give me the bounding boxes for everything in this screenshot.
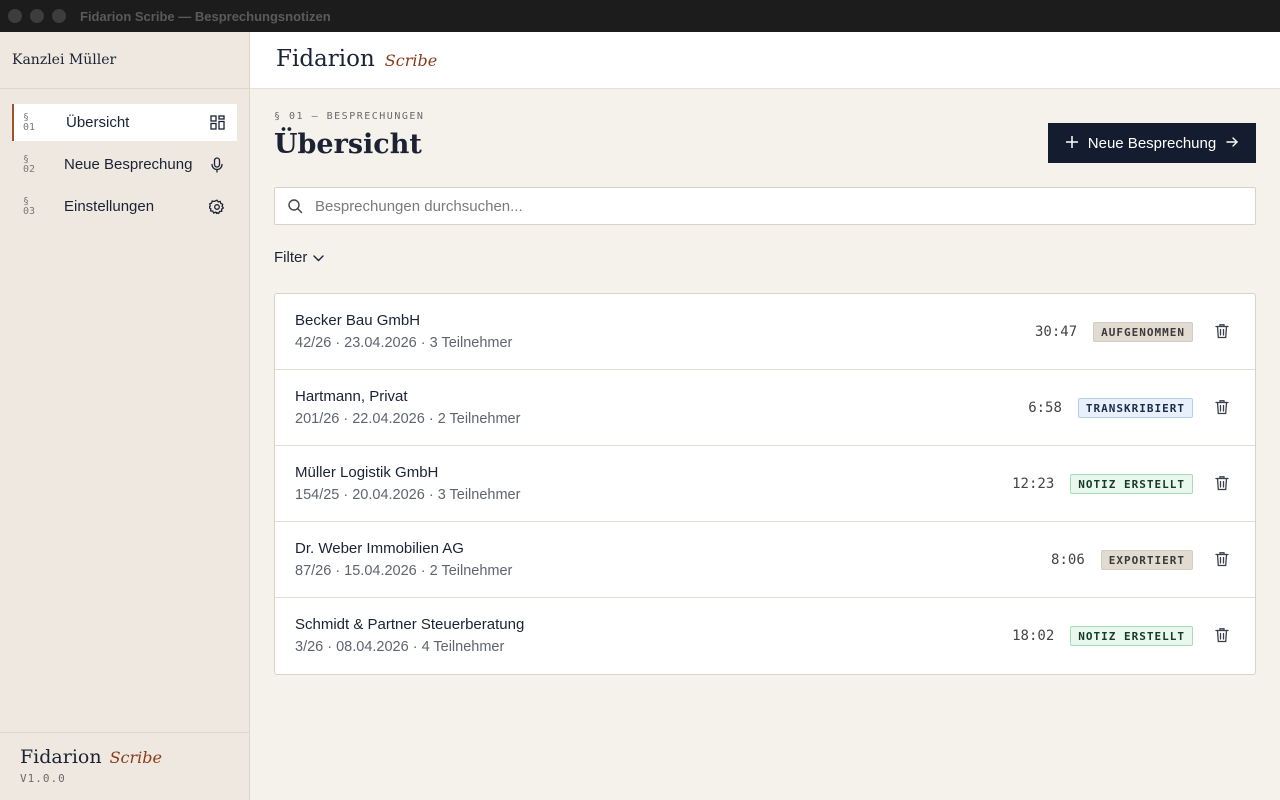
section-eyebrow: § 01 — BESPRECHUNGEN [274, 111, 425, 122]
meeting-meta: 154/25 · 20.04.2026 · 3 Teilnehmer [295, 487, 521, 503]
meeting-name: Dr. Weber Immobilien AG [295, 540, 464, 557]
meeting-row[interactable]: Schmidt & Partner Steuerberatung 3/26 · … [275, 598, 1255, 674]
status-badge: NOTIZ ERSTELLT [1070, 626, 1193, 646]
sidebar-item-label: Einstellungen [64, 198, 155, 215]
meeting-duration: 8:06 [1051, 552, 1085, 568]
sidebar-item-neue-besprechung[interactable]: § 02 Neue Besprechung [12, 146, 237, 183]
header-brand-sub: Scribe [384, 51, 438, 70]
meeting-list: Becker Bau GmbH 42/26 · 23.04.2026 · 3 T… [274, 293, 1256, 675]
meeting-meta: 201/26 · 22.04.2026 · 2 Teilnehmer [295, 411, 521, 427]
sidebar-nav: § 01 Übersicht § 02 Neue Besprechung § 0… [12, 104, 237, 230]
meeting-name: Becker Bau GmbH [295, 312, 421, 329]
meeting-name: Schmidt & Partner Steuerberatung [295, 616, 525, 633]
meeting-duration: 12:23 [1012, 476, 1055, 492]
header-brand-main: Fidarion [276, 46, 375, 72]
meeting-name: Müller Logistik GmbH [295, 464, 439, 481]
nav-section-number: § 02 [23, 153, 36, 175]
sidebar-item-einstellungen[interactable]: § 03 Einstellungen [12, 188, 237, 225]
trash-icon[interactable] [1215, 551, 1231, 569]
sidebar-item-uebersicht[interactable]: § 01 Übersicht [12, 104, 237, 141]
trash-icon[interactable] [1215, 399, 1231, 417]
firm-name: Kanzlei Müller [12, 52, 117, 68]
page-title: Übersicht [274, 129, 422, 160]
meeting-row[interactable]: Müller Logistik GmbH 154/25 · 20.04.2026… [275, 446, 1255, 522]
filter-dropdown[interactable]: Filter [274, 249, 325, 266]
search-bar [274, 187, 1256, 225]
arrow-right-icon [1226, 135, 1239, 152]
meeting-row[interactable]: Hartmann, Privat 201/26 · 22.04.2026 · 2… [275, 370, 1255, 446]
status-badge: TRANSKRIBIERT [1077, 398, 1193, 418]
search-input[interactable] [315, 197, 1215, 215]
meeting-duration: 6:58 [1028, 400, 1062, 416]
meeting-row[interactable]: Becker Bau GmbH 42/26 · 23.04.2026 · 3 T… [275, 294, 1255, 370]
meeting-meta: 3/26 · 08.04.2026 · 4 Teilnehmer [295, 639, 505, 655]
status-badge: AUFGENOMMEN [1093, 322, 1193, 342]
meeting-name: Hartmann, Privat [295, 388, 408, 405]
maximize-window-button[interactable] [52, 9, 66, 23]
footer-brand-sub: Scribe [109, 748, 162, 767]
footer-brand-main: Fidarion [20, 746, 102, 768]
top-header: Fidarion Scribe [250, 32, 1280, 89]
trash-icon[interactable] [1215, 323, 1231, 341]
search-icon [287, 198, 303, 214]
microphone-icon [207, 155, 227, 175]
footer-logo: Fidarion Scribe [20, 746, 162, 768]
meeting-meta: 42/26 · 23.04.2026 · 3 Teilnehmer [295, 335, 513, 351]
new-meeting-button[interactable]: Neue Besprechung [1048, 123, 1256, 163]
sidebar-item-label: Neue Besprechung [64, 156, 193, 173]
meeting-duration: 30:47 [1034, 324, 1078, 340]
dashboard-icon [207, 113, 227, 133]
meeting-meta: 87/26 · 15.04.2026 · 2 Teilnehmer [295, 563, 513, 579]
header-logo: Fidarion Scribe [276, 46, 437, 72]
sidebar: Kanzlei Müller § 01 Übersicht § 02 Neue … [0, 32, 250, 800]
window-titlebar: Fidarion Scribe — Besprechungsnotizen [0, 0, 1280, 32]
app-version: V1.0.0 [20, 772, 66, 785]
nav-section-number: § 03 [23, 195, 36, 217]
status-badge: EXPORTIERT [1100, 550, 1193, 570]
trash-icon[interactable] [1215, 475, 1231, 493]
new-meeting-label: Neue Besprechung [1087, 134, 1217, 152]
close-window-button[interactable] [8, 9, 22, 23]
sidebar-divider [0, 88, 249, 89]
minimize-window-button[interactable] [30, 9, 44, 23]
filter-label: Filter [274, 249, 308, 266]
chevron-down-icon [313, 249, 325, 266]
trash-icon[interactable] [1215, 627, 1231, 645]
plus-icon [1065, 135, 1078, 152]
window-title: Fidarion Scribe — Besprechungsnotizen [80, 8, 331, 24]
status-badge: NOTIZ ERSTELLT [1070, 474, 1193, 494]
window-controls [8, 9, 66, 23]
meeting-duration: 18:02 [1012, 628, 1055, 644]
sidebar-item-label: Übersicht [66, 114, 130, 131]
meeting-row[interactable]: Dr. Weber Immobilien AG 87/26 · 15.04.20… [275, 522, 1255, 598]
nav-section-number: § 01 [23, 111, 36, 133]
gear-icon [207, 197, 227, 217]
sidebar-footer-divider [0, 732, 249, 733]
